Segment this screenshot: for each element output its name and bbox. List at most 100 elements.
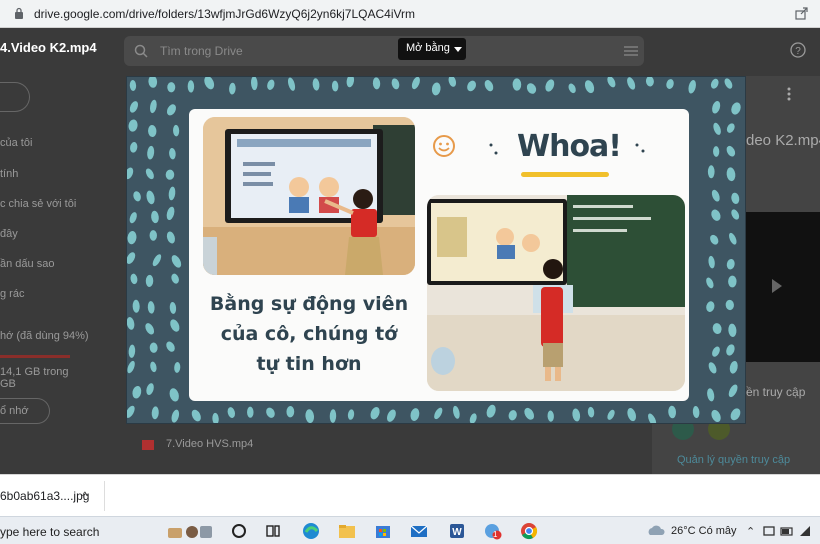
pattern-dot [713,122,721,135]
new-button[interactable] [0,82,30,112]
pattern-dot [147,145,155,160]
battery-icon[interactable] [780,522,794,540]
file-explorer-icon[interactable] [338,522,356,540]
pattern-dot [148,125,157,138]
pattern-dot [607,409,615,420]
weather-text[interactable]: 26°C Có mây [671,525,737,537]
pattern-dot [305,409,315,423]
store-icon[interactable] [374,522,392,540]
pattern-dot [710,234,719,245]
task-view-icon[interactable] [264,522,282,540]
pattern-dot [169,388,179,402]
pattern-dot [151,210,159,224]
filter-icon[interactable] [624,45,638,57]
caption-line-2: của cô, chúng tớ [220,323,398,345]
pattern-dot [508,410,517,421]
manage-access-link[interactable]: Quản lý quyền truy cập [677,454,790,466]
pattern-dot [251,77,258,91]
more-options-icon[interactable] [786,86,792,102]
buy-storage-button[interactable]: ổ nhớ [0,398,50,424]
url-text[interactable]: drive.google.com/drive/folders/13wfjmJrG… [34,7,415,21]
pattern-dot [728,384,738,398]
pattern-dot [312,78,320,91]
pattern-dot [149,230,157,241]
smiley-icon [433,135,455,157]
buy-storage-label: ổ nhớ [0,405,29,417]
pattern-dot [145,323,155,335]
pattern-dot [726,258,735,270]
pattern-dot [711,409,721,423]
chrome-icon[interactable] [520,522,538,540]
sidebar-item-computers[interactable]: tính [0,168,18,180]
classroom-photo-girl [203,117,415,275]
share-icon[interactable] [795,6,809,20]
pattern-dot [731,102,741,115]
pattern-dot [452,405,460,419]
caption-line-3: tự tin hơn [256,353,362,375]
pattern-dot [129,80,137,91]
sparkle-left-icon [489,143,498,155]
cloud-icon [648,525,665,535]
taskbar: ype here to search W 1 26°C Có mây ⌃ [0,516,820,544]
pattern-dot [372,77,381,90]
pattern-dot [146,190,155,205]
play-icon[interactable] [772,279,782,293]
pattern-dot [167,82,176,93]
details-title: deo K2.mp4 [746,132,820,149]
pattern-dot [706,301,715,312]
search-icon [134,44,148,58]
open-with-button[interactable]: Mở bằng [398,38,466,60]
pattern-dot [227,407,236,418]
pattern-dot [169,301,177,314]
video-frame[interactable]: Bằng sự động viên của cô, chúng tớ tự ti… [126,76,746,424]
cortana-icon[interactable] [230,522,248,540]
pattern-dot [174,361,181,373]
address-bar[interactable]: drive.google.com/drive/folders/13wfjmJrG… [0,0,820,28]
taskbar-search[interactable]: ype here to search [0,525,99,539]
list-file-name[interactable]: 7.Video HVS.mp4 [166,438,253,450]
pattern-dot [724,78,733,89]
pattern-dot [391,78,400,90]
chevron-up-icon[interactable]: ⌃ [746,525,755,538]
pattern-dot [170,319,180,332]
svg-text:W: W [452,527,462,538]
pattern-dot [712,323,722,334]
pattern-dot [728,275,737,288]
storage-total: GB [0,378,16,390]
whoa-underline [521,172,609,177]
pattern-dot [266,407,275,418]
sidebar-item-recent[interactable]: đây [0,228,18,240]
pattern-dot [731,192,740,204]
mail-icon[interactable] [410,522,428,540]
download-file-name[interactable]: 6b0ab61a3....jpg [0,489,89,503]
video-file-icon [142,440,154,450]
search-highlight-icon[interactable] [166,522,216,540]
pattern-dot [286,406,295,418]
pattern-dot [127,231,137,245]
sidebar-item-shared[interactable]: c chia sẻ với tôi [0,198,76,210]
help-icon[interactable]: ? [790,42,806,58]
sidebar-item-my-drive[interactable]: của tôi [0,137,32,149]
pattern-dot [706,277,714,289]
pattern-dot [127,360,135,374]
drive-search-box[interactable]: Tìm trong Drive [124,36,644,66]
edge-icon[interactable] [302,522,320,540]
pattern-dot [370,407,380,420]
pattern-dot [711,189,720,202]
pattern-dot [130,273,138,285]
pattern-dot [127,317,135,330]
pattern-dot [710,78,719,89]
sidebar-item-trash[interactable]: g rác [0,288,24,300]
sidebar-item-starred[interactable]: ần dấu sao [0,258,54,270]
network-icon[interactable] [762,522,776,540]
pattern-dot [145,274,154,287]
pattern-dot [212,412,219,423]
pattern-dot [545,79,555,92]
pattern-dot [486,404,496,418]
wifi-icon[interactable] [798,522,812,540]
word-icon[interactable]: W [448,522,466,540]
chevron-up-icon[interactable]: ^ [82,489,88,503]
pattern-dot [729,232,737,245]
pattern-dot [132,299,140,313]
pattern-dot [171,255,182,268]
